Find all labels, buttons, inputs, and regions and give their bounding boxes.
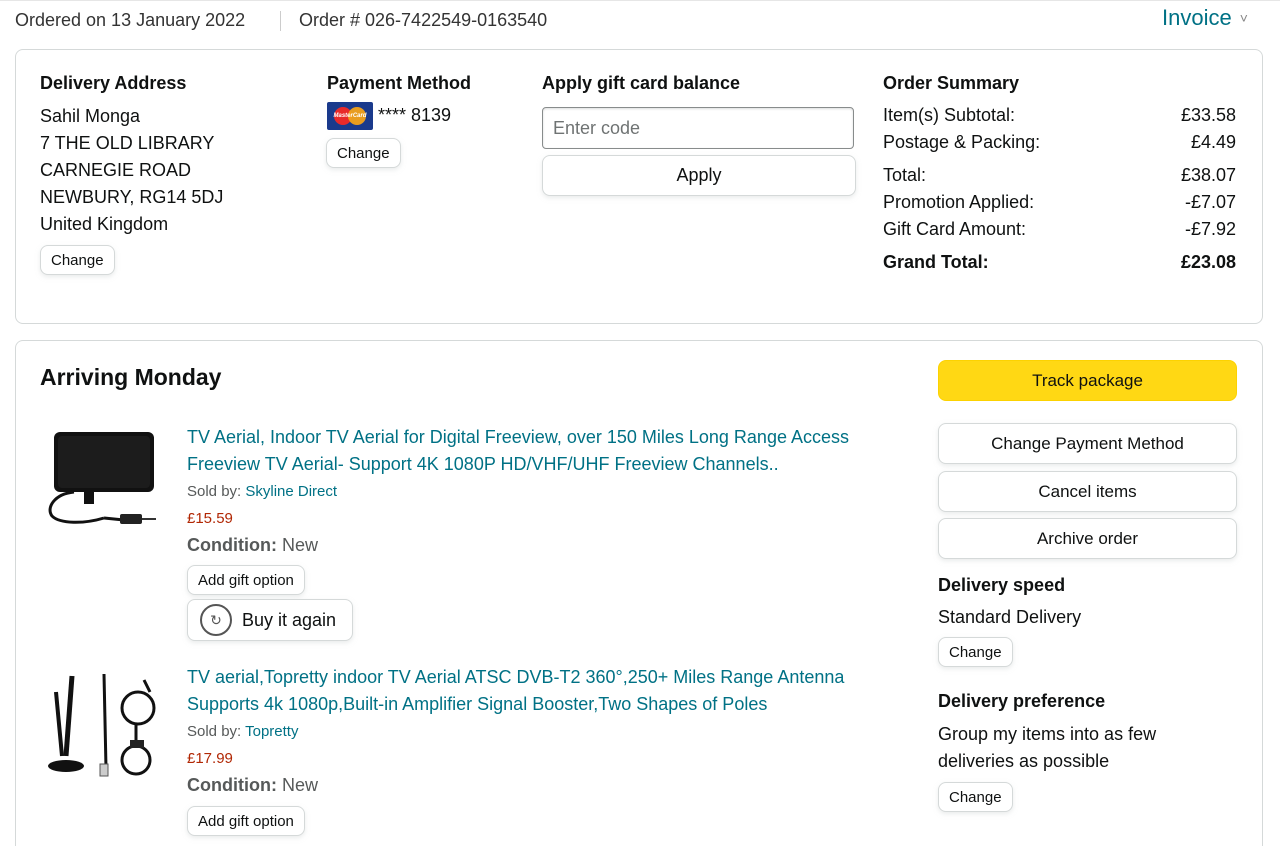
sold-by: Sold by: Topretty	[187, 723, 298, 740]
delivery-preference-heading: Delivery preference	[938, 691, 1106, 711]
seller-link[interactable]: Topretty	[245, 723, 298, 740]
summary-value: £38.07	[1180, 165, 1236, 185]
change-address-button[interactable]: Change	[40, 245, 115, 275]
delivery-speed-value: Standard Delivery	[938, 607, 1082, 627]
add-gift-option-button[interactable]: Add gift option	[187, 806, 305, 836]
delivery-speed-heading: Delivery speed	[938, 575, 1066, 595]
item-title-link[interactable]: TV aerial,Topretty indoor TV Aerial ATSC…	[187, 664, 907, 718]
cancel-items-button[interactable]: Cancel items	[938, 471, 1237, 512]
summary-row: Promotion Applied: -£7.07	[883, 192, 1236, 213]
change-delivery-preference-button[interactable]: Change	[938, 782, 1013, 812]
grand-total-label: Grand Total:	[883, 252, 989, 272]
change-delivery-speed-button[interactable]: Change	[938, 637, 1013, 667]
mastercard-icon: MasterCard	[327, 102, 373, 130]
summary-value: £4.49	[1190, 132, 1236, 152]
order-number: Order # 026-7422549-0163540	[299, 10, 548, 30]
condition-label: Condition:	[187, 535, 277, 555]
invoice-dropdown[interactable]: Invoice ˅	[1162, 5, 1248, 31]
delivery-address-heading: Delivery Address	[40, 73, 187, 93]
archive-order-button[interactable]: Archive order	[938, 518, 1237, 559]
item-condition: Condition: New	[187, 775, 318, 796]
chevron-down-icon: ˅	[1239, 10, 1248, 26]
summary-row: Total: £38.07	[883, 165, 1236, 186]
summary-row: Item(s) Subtotal: £33.58	[883, 105, 1236, 126]
address-line: Sahil Monga	[40, 106, 141, 126]
item-condition: Condition: New	[187, 535, 318, 556]
apply-gift-button[interactable]: Apply	[542, 155, 856, 196]
gift-card-heading: Apply gift card balance	[542, 73, 741, 93]
summary-label: Gift Card Amount:	[883, 219, 1027, 239]
change-payment-button[interactable]: Change	[326, 138, 401, 168]
summary-value: -£7.07	[1184, 192, 1236, 212]
summary-value: -£7.92	[1184, 219, 1236, 239]
buy-again-button[interactable]: ↻ Buy it again	[187, 599, 353, 641]
buy-again-label: Buy it again	[242, 609, 337, 630]
item-title-link[interactable]: TV Aerial, Indoor TV Aerial for Digital …	[187, 424, 907, 478]
invoice-label: Invoice	[1162, 5, 1232, 30]
grand-total-value: £23.08	[1180, 252, 1236, 272]
order-header: Ordered on 13 January 2022 Order # 026-7…	[0, 0, 1280, 40]
condition-label: Condition:	[187, 775, 277, 795]
sold-by: Sold by: Skyline Direct	[187, 483, 337, 500]
tv-aerial-antenna-image[interactable]	[44, 668, 160, 788]
buy-again-icon: ↻	[200, 604, 232, 636]
card-number: **** 8139	[378, 105, 452, 125]
summary-row: Gift Card Amount: -£7.92	[883, 219, 1236, 240]
condition-value: New	[281, 535, 318, 555]
address-line: NEWBURY, RG14 5DJ	[40, 187, 224, 207]
change-payment-method-button[interactable]: Change Payment Method	[938, 423, 1237, 464]
address-line: CARNEGIE ROAD	[40, 160, 192, 180]
address-line: 7 THE OLD LIBRARY	[40, 133, 215, 153]
summary-row: Postage & Packing: £4.49	[883, 132, 1236, 153]
summary-label: Item(s) Subtotal:	[883, 105, 1016, 125]
condition-value: New	[281, 775, 318, 795]
card-brand: MasterCard	[333, 113, 367, 119]
divider	[280, 11, 281, 31]
add-gift-option-button[interactable]: Add gift option	[187, 565, 305, 595]
summary-label: Total:	[883, 165, 927, 185]
summary-label: Postage & Packing:	[883, 132, 1041, 152]
track-package-button[interactable]: Track package	[938, 360, 1237, 401]
delivery-preference-value: Group my items into as few	[938, 724, 1157, 744]
tv-aerial-flat-image[interactable]	[44, 428, 160, 530]
order-date: Ordered on 13 January 2022	[15, 10, 246, 30]
gift-code-input[interactable]	[542, 107, 854, 149]
shipment-heading: Arriving Monday	[40, 364, 222, 390]
order-summary-heading: Order Summary	[883, 73, 1020, 93]
item-price: £17.99	[187, 750, 233, 767]
summary-value: £33.58	[1180, 105, 1236, 125]
payment-method-heading: Payment Method	[327, 73, 472, 93]
address-line: United Kingdom	[40, 214, 169, 234]
summary-label: Promotion Applied:	[883, 192, 1035, 212]
seller-link[interactable]: Skyline Direct	[245, 483, 337, 500]
sold-by-label: Sold by:	[187, 483, 242, 500]
sold-by-label: Sold by:	[187, 723, 242, 740]
grand-total-row: Grand Total: £23.08	[883, 252, 1236, 273]
item-price: £15.59	[187, 510, 233, 527]
delivery-preference-value: deliveries as possible	[938, 751, 1110, 771]
